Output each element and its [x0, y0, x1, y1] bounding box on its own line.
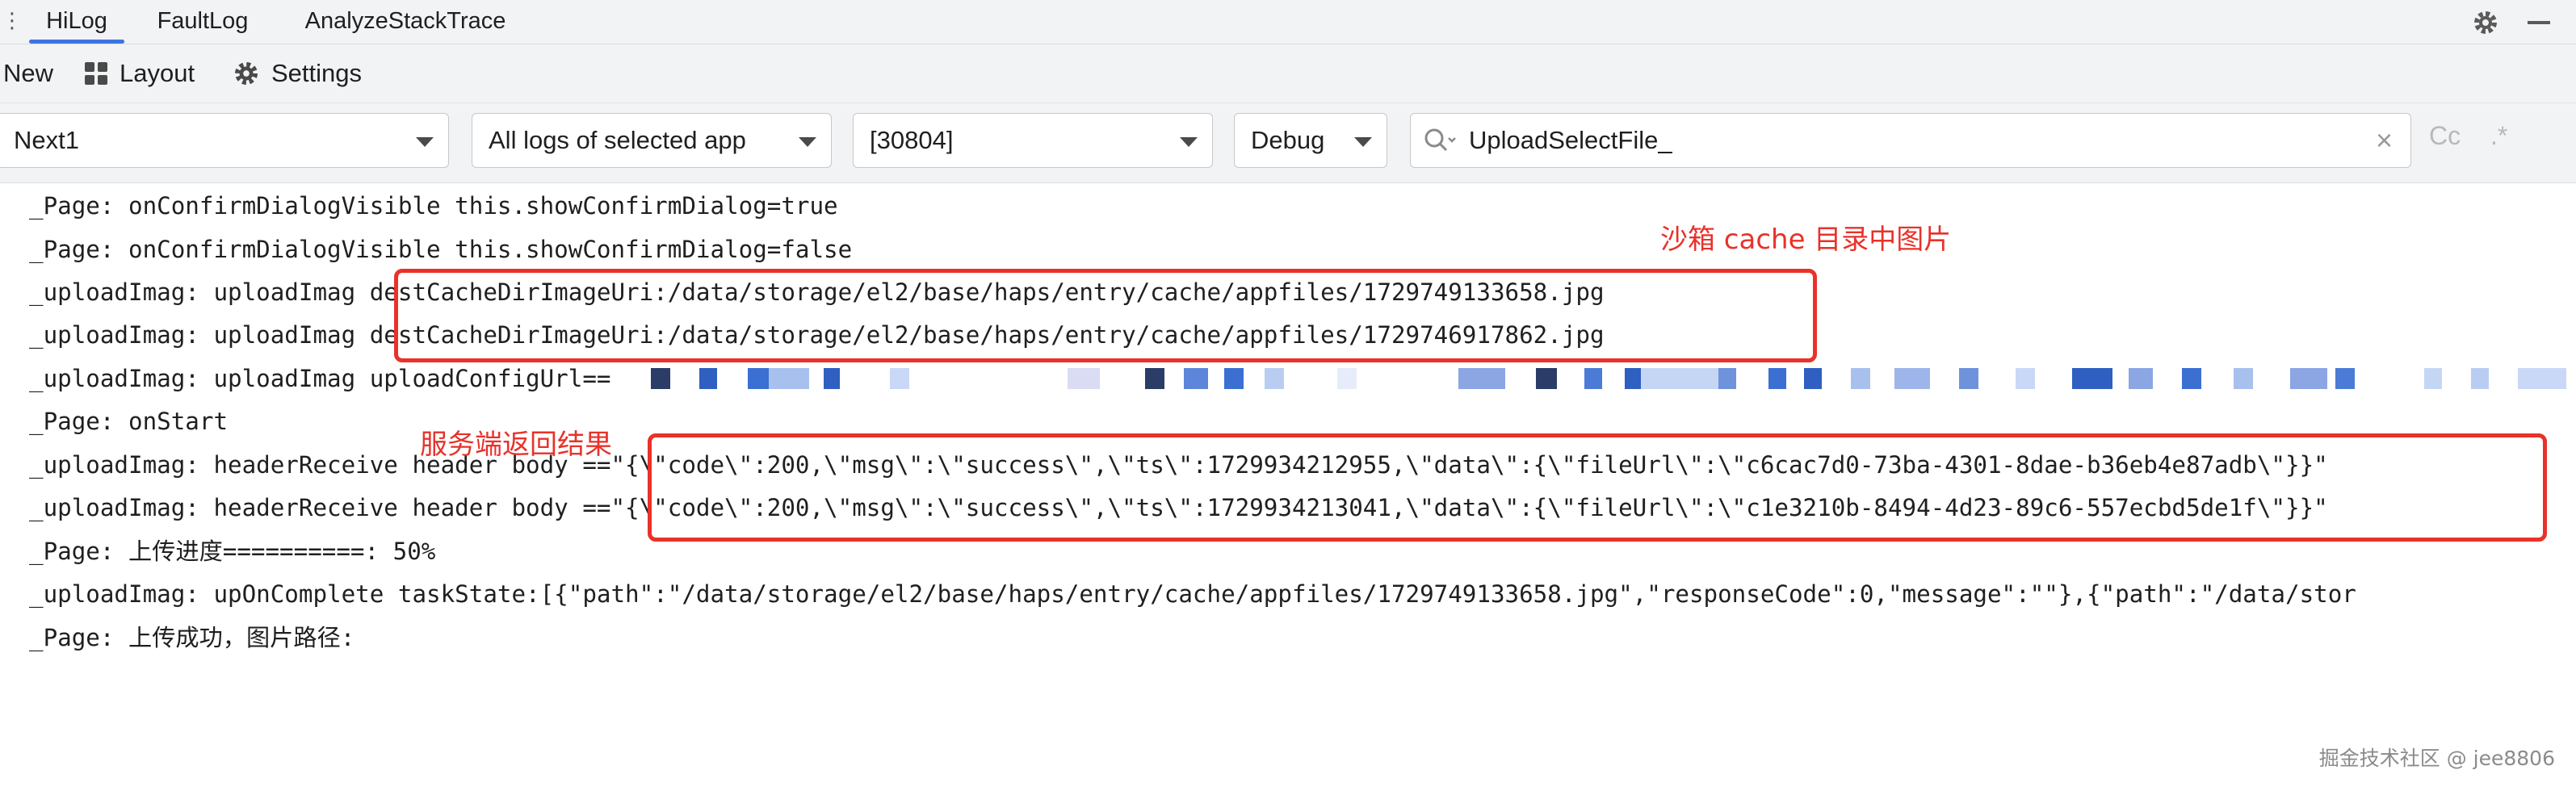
annotation-server-result: 服务端返回结果: [420, 429, 612, 461]
tab-hilog[interactable]: HiLog: [29, 0, 124, 44]
log-line: _Page: onConfirmDialogVisible this.showC…: [29, 236, 853, 263]
redaction-block: [2072, 368, 2112, 389]
redaction-block: [1184, 368, 1208, 389]
clear-search-icon[interactable]: ×: [2376, 124, 2393, 157]
layout-label: Layout: [120, 59, 195, 87]
log-line: _Page: 上传成功，图片路径:: [29, 624, 355, 651]
layout-button[interactable]: Layout: [84, 44, 195, 103]
tab-analyze-stack-trace[interactable]: AnalyzeStackTrace: [284, 0, 527, 44]
log-level-value: Debug: [1251, 126, 1325, 154]
redaction-block: [1851, 368, 1870, 389]
chevron-down-icon: [799, 137, 816, 147]
redaction-block: [2129, 368, 2153, 389]
chevron-down-icon: [1354, 137, 1372, 147]
chevron-down-icon: [1180, 137, 1198, 147]
redaction-block: [2471, 368, 2489, 389]
highlight-box-cache-paths: [394, 269, 1817, 362]
tab-label: AnalyzeStackTrace: [304, 8, 506, 34]
redaction-block: [651, 368, 670, 389]
new-label: New: [3, 59, 54, 87]
device-select[interactable]: Next1: [0, 113, 449, 168]
settings-label: Settings: [271, 59, 363, 87]
log-scope-select[interactable]: All logs of selected app: [472, 113, 832, 168]
redaction-block: [769, 368, 809, 389]
redaction-block: [1718, 368, 1736, 389]
redaction-block: [2016, 368, 2035, 389]
process-select[interactable]: [30804]: [853, 113, 1213, 168]
redaction-block: [1625, 368, 1641, 389]
match-case-toggle[interactable]: Cc: [2429, 121, 2461, 151]
redaction-block: [1458, 368, 1505, 389]
redaction-block: [1068, 368, 1100, 389]
redaction-block: [1536, 368, 1557, 389]
redaction-block: [2424, 368, 2442, 389]
device-select-value: Next1: [14, 126, 79, 154]
redaction-block: [824, 368, 840, 389]
redaction-block: [1265, 368, 1284, 389]
redaction-block: [890, 368, 909, 389]
log-line: _Page: onStart: [29, 408, 229, 435]
tab-label: HiLog: [46, 8, 107, 34]
redaction-block: [1337, 368, 1357, 389]
hilog-toolbar: New Layout Settings: [0, 44, 2576, 103]
minimize-icon[interactable]: [2523, 6, 2555, 39]
log-line: _uploadImag: upOnComplete taskState:[{"p…: [29, 580, 2356, 608]
redaction-block: [2335, 368, 2355, 389]
redaction-block: [699, 368, 717, 389]
log-line: _Page: 上传进度==========: 50%: [29, 538, 436, 565]
redaction-block: [1768, 368, 1786, 389]
redaction-block: [1224, 368, 1244, 389]
redaction-block: [1145, 368, 1164, 389]
log-output-panel[interactable]: _Page: onConfirmDialogVisible this.showC…: [0, 183, 2576, 791]
highlight-box-server-response: [648, 433, 2547, 542]
chevron-down-icon: [416, 137, 434, 147]
filter-bar: Next1 All logs of selected app [30804] D…: [0, 103, 2576, 183]
redaction-block: [2182, 368, 2201, 389]
process-select-value: [30804]: [870, 126, 954, 154]
redaction-block: [1959, 368, 1978, 389]
log-search-field[interactable]: UploadSelectFile_ ×: [1410, 113, 2411, 168]
redaction-block: [748, 368, 769, 389]
log-line: _Page: onConfirmDialogVisible this.showC…: [29, 192, 838, 220]
annotation-sandbox-cache: 沙箱 cache 目录中图片: [1660, 224, 1952, 256]
tabbar-overflow-icon[interactable]: ⋮: [2, 8, 23, 33]
tab-label: FaultLog: [157, 8, 249, 34]
layout-icon: [84, 61, 108, 86]
settings-button[interactable]: Settings: [233, 44, 362, 103]
redaction-block: [1641, 368, 1718, 389]
tab-faultlog[interactable]: FaultLog: [144, 0, 262, 44]
gear-icon[interactable]: [2469, 6, 2502, 39]
watermark: 掘金技术社区 @ jee8806: [2318, 747, 2555, 770]
redaction-block: [1804, 368, 1822, 389]
redaction-block: [1894, 368, 1930, 389]
settings-gear-icon: [233, 60, 260, 87]
log-line: _uploadImag: uploadImag uploadConfigUrl=…: [29, 365, 611, 392]
redaction-block: [1584, 368, 1602, 389]
search-input-value[interactable]: UploadSelectFile_: [1469, 114, 1672, 167]
redacted-url-region: [651, 357, 2576, 400]
redaction-block: [2290, 368, 2327, 389]
log-scope-value: All logs of selected app: [489, 126, 746, 154]
redaction-block: [2234, 368, 2253, 389]
new-button[interactable]: New: [3, 44, 53, 103]
search-icon: [1422, 125, 1458, 161]
log-level-select[interactable]: Debug: [1234, 113, 1387, 168]
tool-window-tabbar: ⋮ HiLog FaultLog AnalyzeStackTrace: [0, 0, 2576, 44]
regex-toggle[interactable]: .*: [2490, 121, 2507, 151]
redaction-block: [2518, 368, 2566, 389]
